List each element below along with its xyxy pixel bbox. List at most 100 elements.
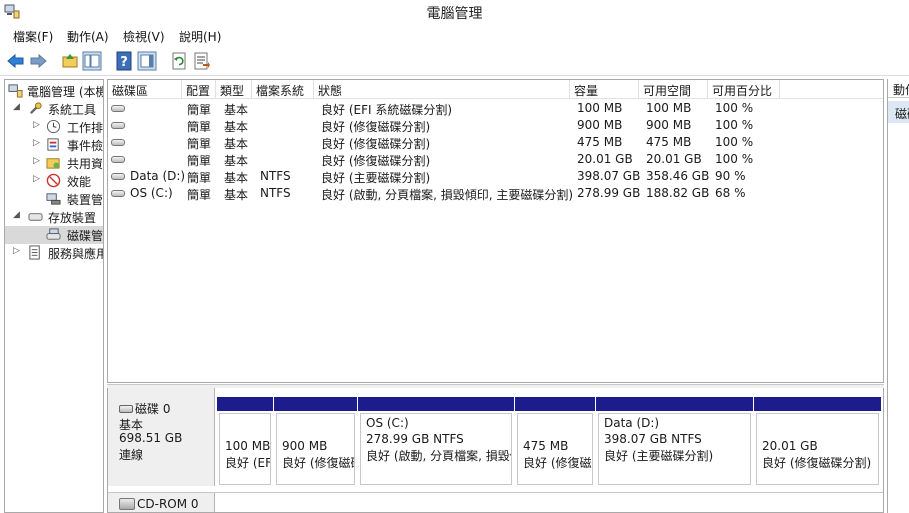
partition-os-c[interactable]: OS (C:) 278.99 GB NTFS 良好 (啟動, 分頁檔案, 損毀傾…	[358, 397, 514, 485]
table-row[interactable]: 簡單 基本 良好 (修復磁碟分割) 900 MB 900 MB 100 %	[108, 117, 883, 134]
clock-icon	[46, 119, 61, 134]
tree-label: 效能	[67, 175, 92, 189]
menu-bar: 檔案(F) 動作(A) 檢視(V) 說明(H)	[0, 25, 909, 45]
title-bar: 電腦管理	[0, 0, 909, 24]
cell-status: 良好 (EFI 系統磁碟分割)	[321, 103, 453, 117]
column-header-status[interactable]: 狀態	[314, 80, 570, 99]
partition-body: 475 MB 良好 (修復磁碟分割)	[517, 413, 593, 485]
column-header-volume[interactable]: 磁碟區	[108, 80, 182, 99]
partition-name: OS (C:)	[366, 416, 409, 430]
table-row[interactable]: Data (D:) 簡單 基本 NTFS 良好 (主要磁碟分割) 398.07 …	[108, 168, 883, 185]
expand-arrow-icon[interactable]: ▷	[33, 138, 40, 148]
forward-arrow-icon[interactable]	[28, 51, 48, 71]
cell-capacity: 475 MB	[577, 135, 623, 149]
disk-0-label[interactable]: 磁碟 0 基本 698.51 GB 連線	[108, 388, 215, 486]
partition-efi[interactable]: 100 MB 良好 (EFI 系統磁碟分割)	[217, 397, 273, 485]
volume-icon	[111, 122, 125, 129]
menu-action[interactable]: 動作(A)	[67, 28, 109, 45]
disk-name: 磁碟 0	[135, 402, 171, 416]
menu-file[interactable]: 檔案(F)	[13, 28, 53, 45]
cell-type: 基本	[224, 154, 249, 168]
table-row[interactable]: 簡單 基本 良好 (修復磁碟分割) 20.01 GB 20.01 GB 100 …	[108, 151, 883, 168]
partition-status: 良好 (修復磁碟分割)	[282, 456, 354, 470]
expand-arrow-icon[interactable]: ▷	[33, 156, 40, 166]
partition-bar	[358, 397, 514, 411]
partition-status: 良好 (啟動, 分頁檔案, 損毀傾印, 主要磁碟分割)	[366, 449, 511, 463]
partition-recovery-1[interactable]: 900 MB 良好 (修復磁碟分割)	[274, 397, 357, 485]
cell-volume: OS (C:)	[130, 186, 173, 200]
cell-status: 良好 (修復磁碟分割)	[321, 154, 431, 168]
table-row[interactable]: 簡單 基本 良好 (EFI 系統磁碟分割) 100 MB 100 MB 100 …	[108, 100, 883, 117]
actions-item-disk-management[interactable]: 磁碟管理	[888, 101, 909, 123]
cell-free-space: 900 MB	[646, 118, 692, 132]
back-arrow-icon[interactable]	[6, 51, 26, 71]
column-header-capacity[interactable]: 容量	[570, 80, 639, 99]
help-icon[interactable]: ?	[115, 51, 135, 71]
volume-list-header: 磁碟區 配置 類型 檔案系統 狀態 容量 可用空間 可用百分比	[108, 80, 883, 99]
cell-free-space: 475 MB	[646, 135, 692, 149]
cell-layout: 簡單	[187, 154, 212, 168]
column-header-type[interactable]: 類型	[216, 80, 252, 99]
table-row[interactable]: OS (C:) 簡單 基本 NTFS 良好 (啟動, 分頁檔案, 損毀傾印, 主…	[108, 185, 883, 202]
expand-arrow-icon[interactable]: ▷	[33, 120, 40, 130]
cell-status: 良好 (主要磁碟分割)	[321, 171, 431, 185]
volume-icon	[111, 173, 125, 180]
cell-capacity: 900 MB	[577, 118, 623, 132]
tree-item-disk-management[interactable]: 磁碟管	[5, 226, 104, 244]
tree-label: 系統工具	[48, 103, 97, 117]
volume-icon	[111, 190, 125, 197]
performance-icon	[46, 173, 61, 188]
expand-arrow-icon[interactable]: ▷	[33, 174, 40, 184]
window-title: 電腦管理	[426, 6, 483, 22]
column-header-filesystem[interactable]: 檔案系統	[252, 80, 314, 99]
partition-size: 900 MB	[282, 439, 328, 453]
cell-percent-free: 90 %	[715, 169, 746, 183]
tree-label: 電腦管理 (本機	[27, 85, 104, 99]
svg-text:?: ?	[120, 55, 128, 70]
device-manager-icon	[46, 193, 61, 205]
cell-percent-free: 68 %	[715, 186, 746, 200]
cell-layout: 簡單	[187, 120, 212, 134]
cell-type: 基本	[224, 103, 249, 117]
cell-percent-free: 100 %	[715, 118, 754, 132]
tree-label: 磁碟管	[67, 229, 104, 243]
computer-management-icon	[8, 84, 23, 98]
disk-icon	[119, 405, 133, 413]
refresh-icon[interactable]	[169, 51, 189, 71]
cell-free-space: 188.82 GB	[646, 186, 710, 200]
tools-icon	[29, 102, 42, 115]
cell-percent-free: 100 %	[715, 135, 754, 149]
cell-layout: 簡單	[187, 171, 212, 185]
column-header-layout[interactable]: 配置	[182, 80, 216, 99]
cell-type: 基本	[224, 120, 249, 134]
partition-bar	[515, 397, 595, 411]
partition-recovery-2[interactable]: 475 MB 良好 (修復磁碟分割)	[515, 397, 595, 485]
show-hide-tree-icon[interactable]	[82, 51, 102, 71]
menu-view[interactable]: 檢視(V)	[123, 28, 165, 45]
expand-arrow-icon[interactable]: ▷	[13, 246, 20, 256]
toolbar: ?	[0, 46, 909, 76]
volume-icon	[111, 105, 125, 112]
menu-help[interactable]: 說明(H)	[179, 28, 221, 45]
cell-status: 良好 (修復磁碟分割)	[321, 120, 431, 134]
table-row[interactable]: 簡單 基本 良好 (修復磁碟分割) 475 MB 475 MB 100 %	[108, 134, 883, 151]
properties-icon[interactable]	[137, 51, 157, 71]
column-header-percent-free[interactable]: 可用百分比	[708, 80, 780, 99]
cdrom-label[interactable]: CD-ROM 0	[108, 493, 215, 512]
storage-icon	[28, 213, 43, 221]
collapse-arrow-icon[interactable]: ◢	[13, 210, 20, 220]
tree-label: 存放裝置	[48, 211, 97, 225]
navigation-tree: 電腦管理 (本機 ◢ 系統工具 ▷ 工作排 ▷ 事件檢 ▷ 共用資 ▷ 效能 裝…	[4, 79, 104, 513]
shared-folder-icon	[46, 158, 60, 169]
collapse-arrow-icon[interactable]: ◢	[13, 102, 20, 112]
disk-management-icon	[46, 228, 61, 240]
cell-percent-free: 100 %	[715, 101, 754, 115]
partition-size: 398.07 GB NTFS	[604, 432, 702, 446]
column-header-free-space[interactable]: 可用空間	[639, 80, 708, 99]
partition-data-d[interactable]: Data (D:) 398.07 GB NTFS 良好 (主要磁碟分割)	[596, 397, 753, 485]
cell-capacity: 398.07 GB	[577, 169, 641, 183]
export-icon[interactable]	[191, 51, 211, 71]
up-folder-icon[interactable]	[60, 51, 80, 71]
volume-list: 磁碟區 配置 類型 檔案系統 狀態 容量 可用空間 可用百分比 簡單 基本 良好…	[107, 79, 884, 383]
partition-recovery-3[interactable]: 20.01 GB 良好 (修復磁碟分割)	[754, 397, 881, 485]
